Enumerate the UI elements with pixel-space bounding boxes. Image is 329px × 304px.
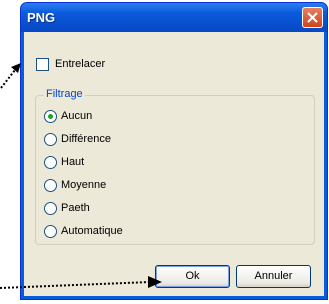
arrow-to-interlace-icon — [0, 63, 21, 89]
arrow-to-ok-icon — [0, 276, 162, 289]
annotation-arrows — [0, 63, 162, 289]
